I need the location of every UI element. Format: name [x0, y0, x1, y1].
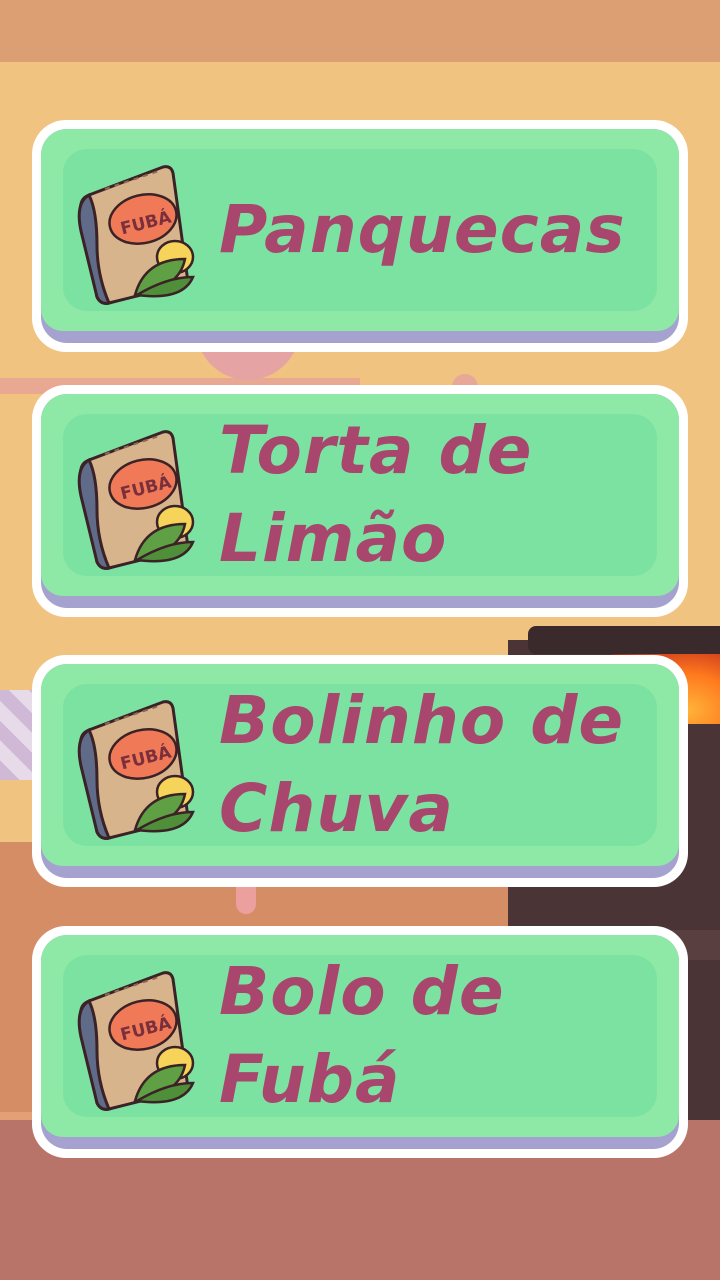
recipe-label: Bolo de Fubá — [219, 953, 505, 1118]
oven-top — [528, 626, 720, 654]
fuba-bag-icon: FUBÁ — [77, 700, 195, 840]
button-body: FUBÁ Bolinho de Chuva — [41, 664, 679, 878]
recipe-button-torta-de-limao[interactable]: FUBÁ Torta de Limão — [32, 385, 688, 617]
button-body: FUBÁ Torta de Limão — [41, 394, 679, 608]
fuba-bag-icon: FUBÁ — [77, 971, 195, 1111]
recipe-label: Bolinho de Chuva — [219, 682, 625, 847]
button-body: FUBÁ Panquecas — [41, 129, 679, 343]
fuba-bag-icon: FUBÁ — [77, 165, 195, 305]
recipe-button-bolinho-de-chuva[interactable]: FUBÁ Bolinho de Chuva — [32, 655, 688, 887]
recipe-label: Panquecas — [219, 191, 626, 268]
recipe-button-panquecas[interactable]: FUBÁ Panquecas — [32, 120, 688, 352]
top-band — [0, 0, 720, 62]
fuba-bag-icon: FUBÁ — [77, 430, 195, 570]
button-body: FUBÁ Bolo de Fubá — [41, 935, 679, 1149]
recipe-label: Torta de Limão — [219, 412, 533, 577]
recipe-button-bolo-de-fuba[interactable]: FUBÁ Bolo de Fubá — [32, 926, 688, 1158]
